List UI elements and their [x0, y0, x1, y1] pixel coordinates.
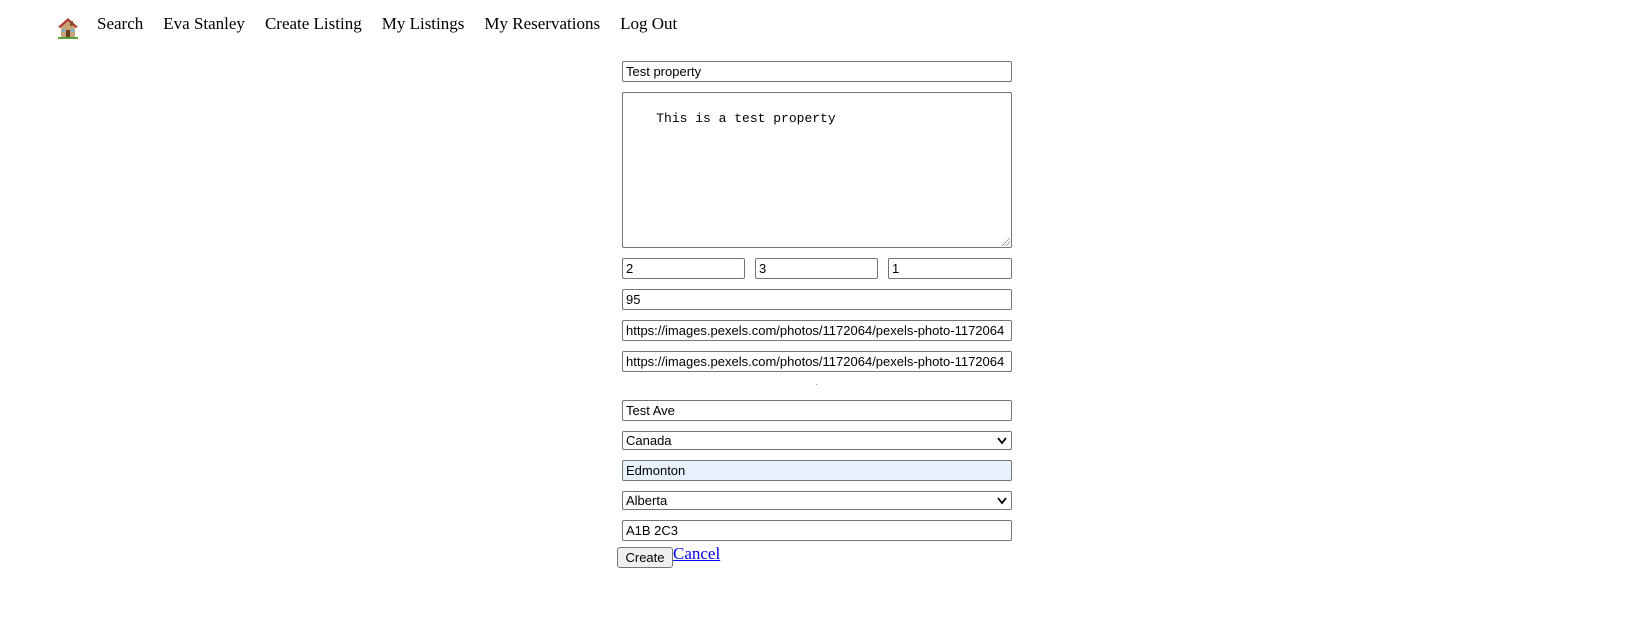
top-nav: Search Eva Stanley Create Listing My Lis… [58, 12, 697, 39]
description-textarea[interactable]: This is a test property [622, 92, 1012, 248]
street-input[interactable]: Test Ave [622, 400, 1012, 421]
create-button[interactable]: Create [617, 547, 673, 568]
image-url-input-2[interactable]: https://images.pexels.com/photos/1172064… [622, 351, 1012, 372]
nav-search[interactable]: Search [97, 14, 143, 34]
cancel-link[interactable]: Cancel [673, 544, 720, 564]
price-input[interactable]: 95 [622, 289, 1012, 310]
nav-my-reservations[interactable]: My Reservations [484, 14, 600, 34]
image-url-input-1[interactable]: https://images.pexels.com/photos/1172064… [622, 320, 1012, 341]
chevron-down-icon [997, 437, 1007, 445]
country-select[interactable]: Canada [622, 431, 1012, 450]
postal-code-input[interactable]: A1B 2C3 [622, 520, 1012, 541]
image-preview-placeholder [816, 384, 817, 385]
nav-user-name[interactable]: Eva Stanley [163, 14, 245, 34]
resize-grip-icon[interactable] [1002, 238, 1010, 246]
description-text: This is a test property [656, 111, 836, 126]
province-select[interactable]: Alberta [622, 491, 1012, 510]
country-select-value: Canada [626, 433, 672, 448]
chevron-down-icon [997, 497, 1007, 505]
bedrooms-input[interactable]: 2 [622, 258, 745, 279]
nav-create-listing[interactable]: Create Listing [265, 14, 362, 34]
house-icon[interactable] [58, 17, 78, 39]
province-select-value: Alberta [626, 493, 668, 508]
city-input[interactable]: Edmonton [622, 460, 1012, 481]
nav-my-listings[interactable]: My Listings [382, 14, 465, 34]
beds-input[interactable]: 3 [755, 258, 878, 279]
bathrooms-input[interactable]: 1 [888, 258, 1012, 279]
nav-log-out[interactable]: Log Out [620, 14, 677, 34]
title-input[interactable]: Test property [622, 61, 1012, 82]
